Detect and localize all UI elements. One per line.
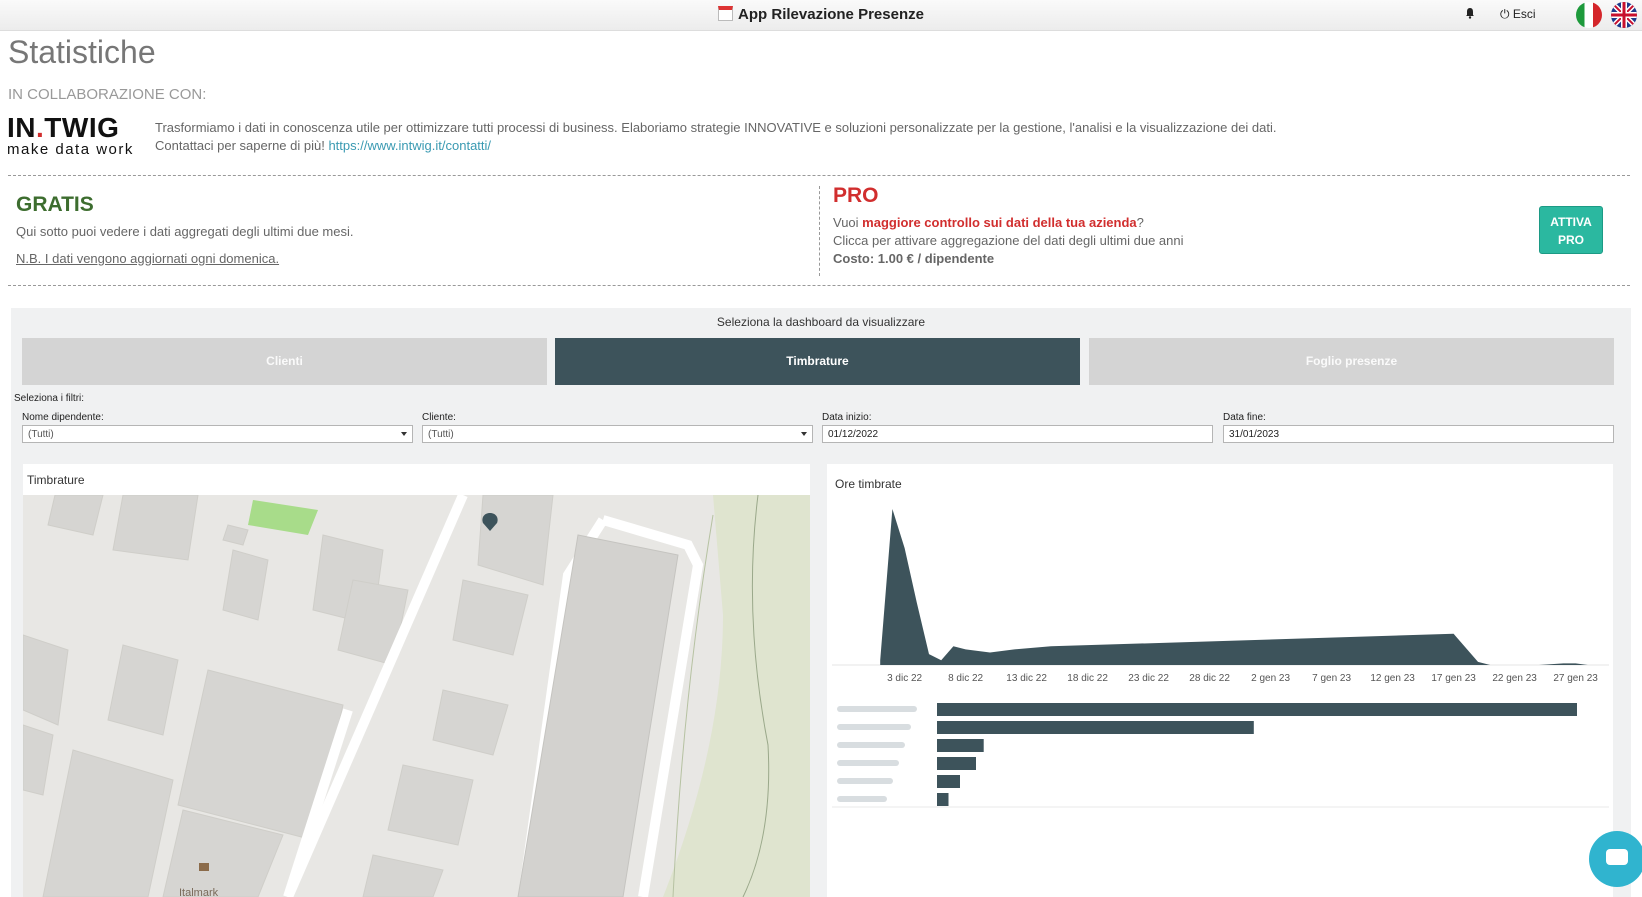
app-title-text: App Rilevazione Presenze <box>738 6 924 23</box>
bar <box>937 703 1577 716</box>
map-place-label: Italmark <box>179 887 219 897</box>
partner-intro: Trasformiamo i dati in conoscenza utile … <box>155 119 1277 155</box>
client-select[interactable]: (Tutti) <box>422 425 813 443</box>
divider <box>8 285 1630 286</box>
intwig-logo: IN.TWIG make data work <box>7 114 134 158</box>
logo-sub: make data work <box>7 141 134 158</box>
bar-chart <box>837 703 1577 806</box>
bar-category-label-blurred <box>837 742 905 748</box>
partner-contact-text: Contattaci per saperne di più! <box>155 138 325 153</box>
x-tick-label: 3 dic 22 <box>887 673 922 684</box>
start-date-input[interactable]: 01/12/2022 <box>822 425 1213 443</box>
x-tick-label: 23 dic 22 <box>1128 673 1169 684</box>
chat-button[interactable] <box>1589 831 1642 887</box>
bell-icon[interactable] <box>1464 7 1476 19</box>
x-tick-label: 7 gen 23 <box>1312 673 1351 684</box>
bar-category-label-blurred <box>837 796 887 802</box>
employee-select[interactable]: (Tutti) <box>22 425 413 443</box>
partner-description: Trasformiamo i dati in conoscenza utile … <box>155 120 1277 135</box>
bar-category-label-blurred <box>837 760 899 766</box>
map[interactable]: Italmark <box>23 495 810 897</box>
pro-question-prefix: Vuoi <box>833 215 863 230</box>
page-title: Statistiche <box>8 34 156 70</box>
x-tick-label: 12 gen 23 <box>1370 673 1415 684</box>
x-tick-label: 27 gen 23 <box>1553 673 1598 684</box>
shopping-cart-icon <box>199 863 209 871</box>
map-card: Timbrature Italmark <box>23 464 810 897</box>
x-tick-label: 18 dic 22 <box>1067 673 1108 684</box>
tab-foglio-presenze[interactable]: Foglio presenze <box>1089 338 1614 385</box>
logout-button[interactable]: ⏻ Esci <box>1500 7 1536 22</box>
x-tick-label: 8 dic 22 <box>948 673 983 684</box>
bar-category-label-blurred <box>837 778 893 784</box>
bar <box>937 757 976 770</box>
area-series <box>880 509 1613 665</box>
x-axis-ticks: 3 dic 22 8 dic 22 13 dic 22 18 dic 22 23 dic… <box>887 673 1598 684</box>
employee-select-value: (Tutti) <box>28 429 54 440</box>
tab-timbrature[interactable]: Timbrature <box>555 338 1080 385</box>
top-bar: App Rilevazione Presenze ⏻ Esci <box>0 0 1642 31</box>
collab-label: IN COLLABORAZIONE CON: <box>8 86 207 103</box>
x-tick-label: 17 gen 23 <box>1431 673 1476 684</box>
bar <box>937 775 960 788</box>
bar-category-label-blurred <box>837 724 911 730</box>
bar-category-label-blurred <box>837 706 917 712</box>
gratis-note: N.B. I dati vengono aggiornati ogni dome… <box>16 251 280 266</box>
gratis-title: GRATIS <box>16 193 94 216</box>
pro-question-suffix: ? <box>1136 215 1144 230</box>
end-date-label: Data fine: <box>1223 412 1266 423</box>
calendar-icon <box>718 6 734 21</box>
client-filter-label: Cliente: <box>422 412 456 423</box>
power-icon: ⏻ <box>1500 7 1510 21</box>
pro-description: Clicca per attivare aggregazione del dat… <box>833 233 1184 248</box>
pro-question: Vuoi maggiore controllo sui dati della t… <box>833 215 1144 230</box>
tab-clienti[interactable]: Clienti <box>22 338 547 385</box>
gratis-description: Qui sotto puoi vedere i dati aggregati d… <box>16 224 354 239</box>
partner-contact-link[interactable]: https://www.intwig.it/contatti/ <box>328 138 491 153</box>
divider <box>8 175 1630 176</box>
divider-vertical <box>819 186 820 276</box>
pro-cost: Costo: 1.00 € / dipendente <box>833 251 995 266</box>
employee-filter-label: Nome dipendente: <box>22 412 104 423</box>
x-tick-label: 13 dic 22 <box>1006 673 1047 684</box>
flag-en-icon[interactable] <box>1611 2 1637 28</box>
bar <box>937 739 984 752</box>
bar <box>937 721 1254 734</box>
client-select-value: (Tutti) <box>428 429 454 440</box>
flag-it-icon[interactable] <box>1576 2 1602 28</box>
attiva-pro-label-1: ATTIVA <box>1550 215 1592 229</box>
x-tick-label: 2 gen 23 <box>1251 673 1290 684</box>
attiva-pro-button[interactable]: ATTIVA PRO <box>1539 206 1603 254</box>
x-tick-label: 22 gen 23 <box>1492 673 1537 684</box>
filters-label: Seleziona i filtri: <box>14 393 85 404</box>
charts-svg: 3 dic 22 8 dic 22 13 dic 22 18 dic 22 23 dic… <box>832 509 1613 808</box>
bar <box>937 793 949 806</box>
dashboard-prompt: Seleziona la dashboard da visualizzare <box>716 315 926 329</box>
app-title: App Rilevazione Presenze <box>0 6 1642 23</box>
chevron-down-icon <box>401 432 407 436</box>
chart-card: Ore timbrate 3 dic 22 8 dic 22 13 dic 22 18… <box>827 464 1613 897</box>
map-title: Timbrature <box>27 473 85 487</box>
x-tick-label: 28 dic 22 <box>1189 673 1230 684</box>
pro-question-highlight: maggiore controllo sui dati della tua az… <box>862 215 1137 230</box>
logout-label: Esci <box>1512 7 1536 21</box>
area-chart <box>880 509 1613 665</box>
logo-main: IN.TWIG <box>7 112 120 143</box>
chevron-down-icon <box>801 432 807 436</box>
attiva-pro-label-2: PRO <box>1557 233 1584 247</box>
end-date-input[interactable]: 31/01/2023 <box>1223 425 1614 443</box>
pro-title: PRO <box>833 184 879 207</box>
start-date-label: Data inizio: <box>822 412 872 423</box>
